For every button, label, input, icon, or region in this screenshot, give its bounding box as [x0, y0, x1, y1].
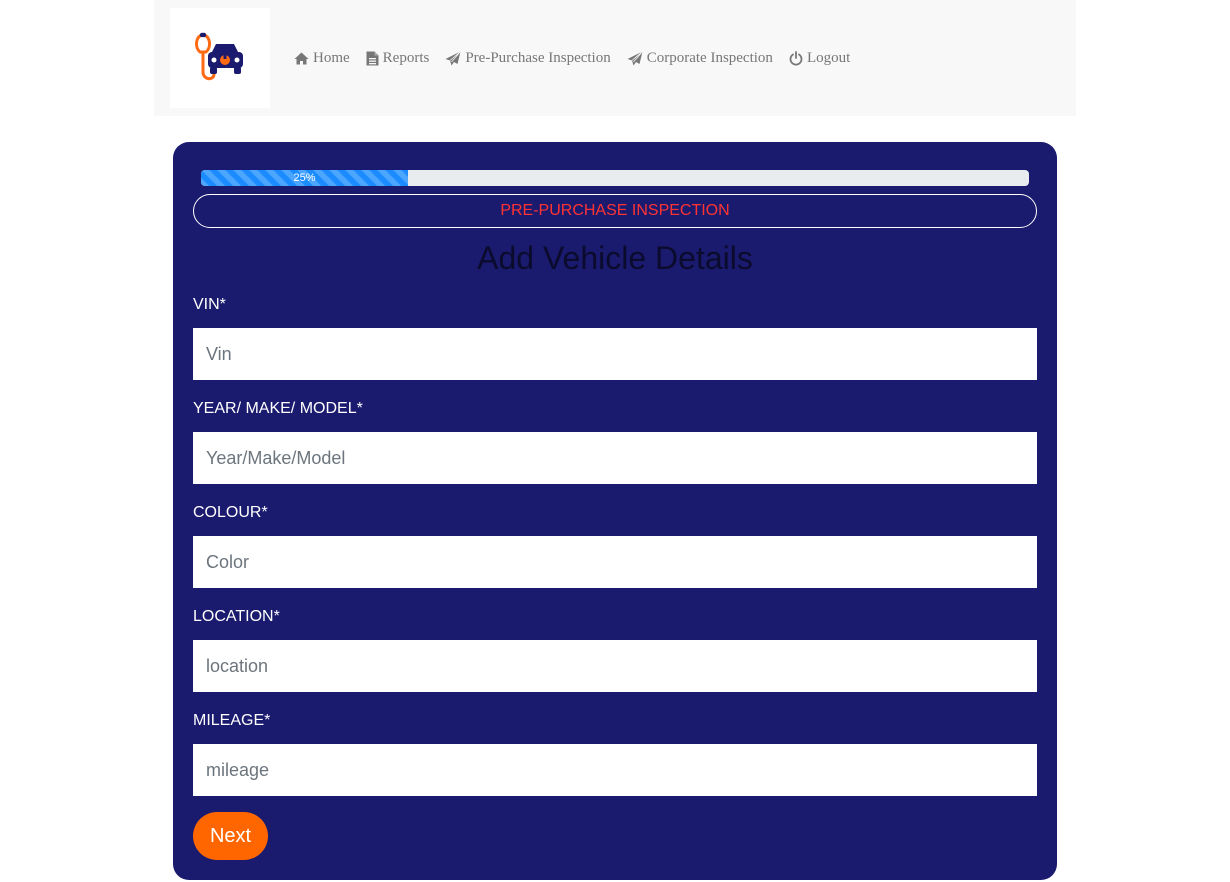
nav-item-pre-purchase-inspection[interactable]: Pre-Purchase Inspection — [445, 49, 611, 67]
file-icon — [366, 51, 379, 65]
colour-input[interactable] — [193, 536, 1037, 588]
mileage-input[interactable] — [193, 744, 1037, 796]
nav-item-corporate-inspection[interactable]: Corporate Inspection — [627, 50, 773, 67]
nav-item-label: Logout — [806, 49, 851, 66]
vin-label: VIN* — [193, 296, 226, 313]
inspection-type-badge: PRE-PURCHASE INSPECTION — [193, 194, 1037, 228]
progress-bar: 25% — [201, 170, 408, 186]
nav-item-label: Pre-Purchase Inspection — [465, 49, 611, 66]
nav-item-label: Home — [313, 49, 350, 66]
mileage-label: MILEAGE* — [193, 712, 271, 729]
nav-item-label: Corporate Inspection — [646, 49, 773, 66]
progress-label: 25% — [293, 172, 316, 184]
car-stethoscope-logo-icon — [195, 32, 243, 81]
next-button[interactable]: Next — [193, 812, 268, 860]
year-make-model-label: YEAR/ MAKE/ MODEL* — [193, 400, 363, 417]
location-input[interactable] — [193, 640, 1037, 692]
nav-menu: Home Reports Pre-Purchase Inspection Cor… — [294, 47, 866, 69]
location-label: LOCATION* — [193, 608, 280, 625]
vehicle-form-panel: 25% PRE-PURCHASE INSPECTION Add Vehicle … — [173, 142, 1057, 880]
nav-item-home[interactable]: Home — [294, 50, 350, 67]
nav-item-label: Reports — [382, 49, 430, 66]
paper-plane-icon — [445, 50, 462, 65]
year-make-model-input[interactable] — [193, 432, 1037, 484]
nav-item-reports[interactable]: Reports — [366, 49, 430, 67]
progress-track: 25% — [201, 170, 1029, 186]
nav-item-logout[interactable]: Logout — [789, 50, 850, 67]
logo[interactable] — [170, 8, 270, 108]
navbar: Home Reports Pre-Purchase Inspection Cor… — [154, 0, 1076, 116]
power-icon — [789, 50, 803, 65]
colour-label: COLOUR* — [193, 504, 268, 521]
form-title: Add Vehicle Details — [477, 240, 753, 276]
home-icon — [294, 52, 309, 64]
paper-plane-icon — [627, 50, 643, 65]
vin-input[interactable] — [193, 328, 1037, 380]
